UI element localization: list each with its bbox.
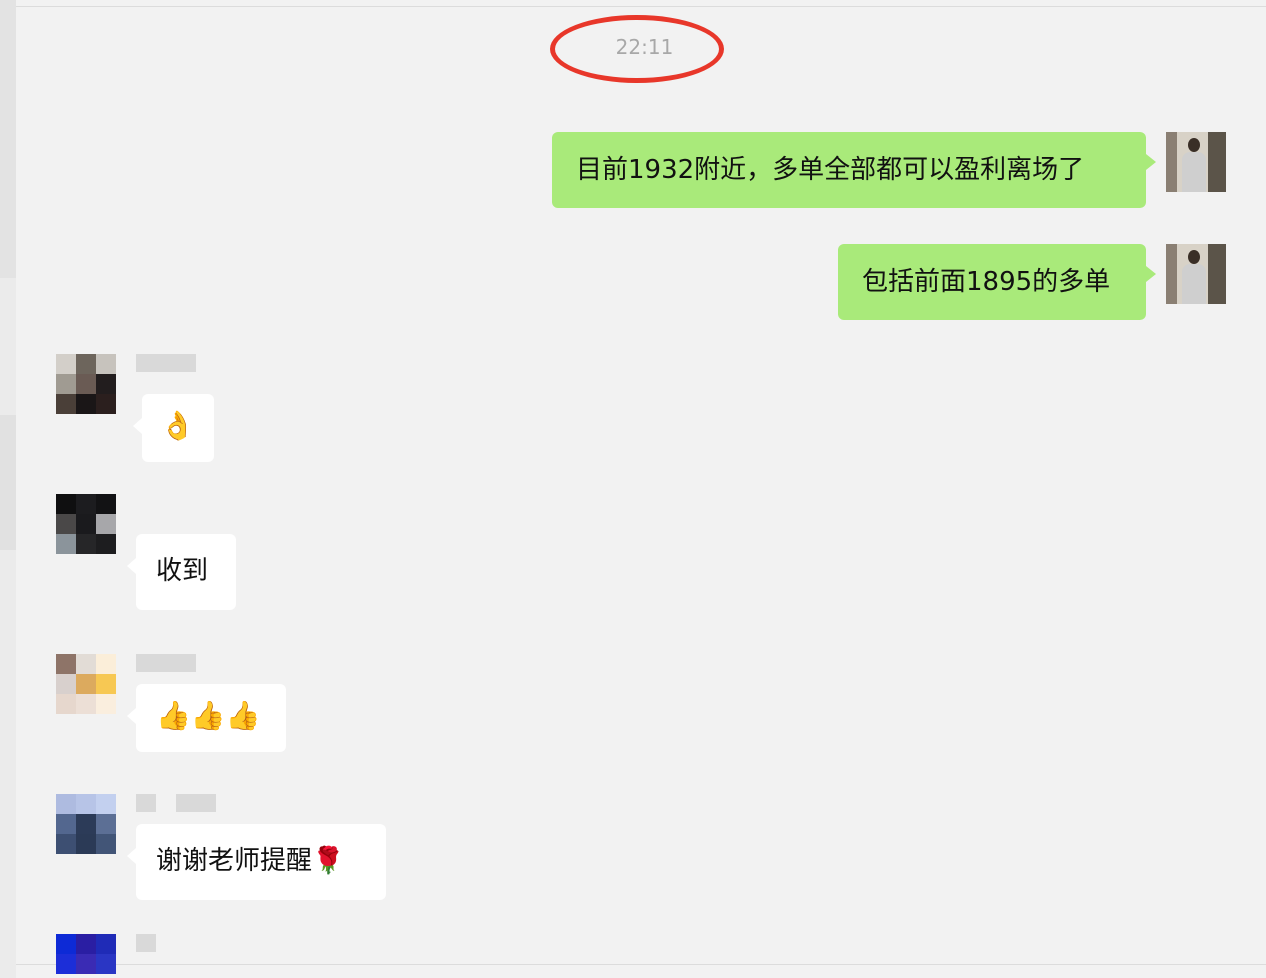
incoming-message-bubble[interactable]: 👌 — [133, 394, 214, 462]
sender-name-blurred — [176, 794, 216, 812]
outgoing-message-bubble[interactable]: 目前1932附近，多单全部都可以盈利离场了 — [552, 132, 1156, 208]
incoming-message-bubble[interactable]: 收到 — [127, 534, 236, 610]
scroll-segment — [0, 0, 16, 278]
message-text: 👌 — [160, 409, 195, 442]
incoming-message-bubble[interactable]: 👍👍👍 — [127, 684, 286, 752]
contact-avatar[interactable] — [56, 794, 116, 854]
left-scroll-strip[interactable] — [0, 0, 16, 978]
contact-avatar[interactable] — [56, 494, 116, 554]
top-divider — [16, 6, 1266, 7]
incoming-message-bubble[interactable]: 谢谢老师提醒🌹 — [127, 824, 386, 900]
my-avatar[interactable] — [1166, 244, 1226, 304]
contact-avatar[interactable] — [56, 934, 116, 974]
message-text: 👍👍👍 — [156, 699, 261, 732]
message-text: 包括前面1895的多单 — [862, 267, 1111, 297]
my-avatar[interactable] — [1166, 132, 1226, 192]
message-text: 谢谢老师提醒🌹 — [156, 846, 345, 876]
scroll-thumb[interactable] — [0, 415, 16, 550]
contact-avatar[interactable] — [56, 354, 116, 414]
outgoing-message-bubble[interactable]: 包括前面1895的多单 — [838, 244, 1156, 320]
bottom-divider — [16, 964, 1266, 965]
sender-name-blurred — [136, 794, 156, 812]
message-text: 目前1932附近，多单全部都可以盈利离场了 — [576, 155, 1085, 185]
contact-avatar[interactable] — [56, 654, 116, 714]
timestamp-highlight-circle — [550, 15, 724, 83]
message-text: 收到 — [156, 556, 209, 586]
sender-name-blurred — [136, 654, 196, 672]
sender-name-blurred — [136, 934, 156, 952]
sender-name-blurred — [136, 354, 196, 372]
